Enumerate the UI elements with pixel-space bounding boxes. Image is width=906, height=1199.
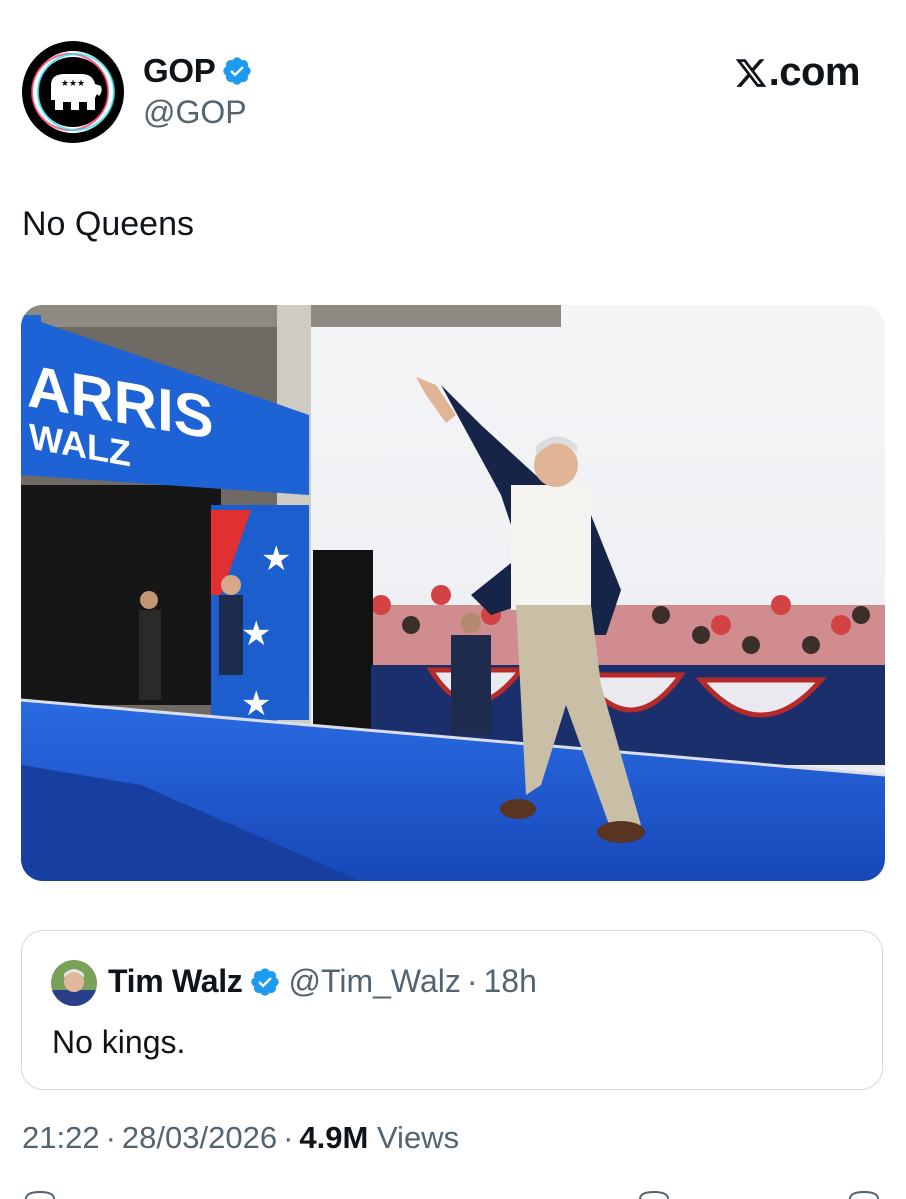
post-image[interactable]: ARRIS WALZ ★ ★ ★ <box>21 305 885 881</box>
reply-icon[interactable] <box>25 1190 55 1199</box>
quoted-handle[interactable]: @Tim_Walz <box>289 963 461 1000</box>
svg-text:★★★: ★★★ <box>61 79 85 89</box>
quoted-timestamp[interactable]: 18h <box>484 963 537 1000</box>
post-text: No Queens <box>22 205 194 243</box>
brand-domain: .com <box>768 50 861 94</box>
quoted-display-name[interactable]: Tim Walz <box>108 963 243 1000</box>
views-count: 4.9M <box>299 1120 369 1155</box>
quoted-author-avatar[interactable] <box>51 960 97 1006</box>
post-time[interactable]: 21:22 <box>22 1120 100 1155</box>
rally-photo: ARRIS WALZ ★ ★ ★ <box>21 305 885 881</box>
verified-badge-icon <box>223 57 252 85</box>
quoted-post-card[interactable]: Tim Walz @Tim_Walz · 18h No kings. <box>21 930 883 1090</box>
meta-separator-2: · <box>283 1120 294 1155</box>
author-name-row: GOP <box>143 52 253 90</box>
bookmark-icon[interactable] <box>639 1190 669 1199</box>
quoted-author-row: Tim Walz @Tim_Walz · 18h <box>108 963 537 1000</box>
quoted-separator: · <box>466 963 478 999</box>
x-logo-icon <box>735 58 766 87</box>
svg-text:★: ★ <box>261 539 291 579</box>
action-bar-partial <box>25 1190 879 1199</box>
meta-separator: · <box>105 1120 116 1155</box>
x-brand: .com <box>734 50 861 95</box>
author-handle[interactable]: @GOP <box>143 94 247 131</box>
share-icon[interactable] <box>849 1190 879 1199</box>
post-header: ★★★ GOP @GOP .com <box>0 0 906 150</box>
post-meta: 21:22 · 28/03/2026 · 4.9M Views <box>22 1120 459 1156</box>
verified-badge-icon <box>250 967 279 996</box>
elephant-logo-icon[interactable]: ★★★ <box>21 40 125 144</box>
views-label: Views <box>376 1120 460 1155</box>
post-date[interactable]: 28/03/2026 <box>122 1120 277 1155</box>
quoted-post-text: No kings. <box>52 1024 186 1060</box>
svg-text:★: ★ <box>241 614 271 654</box>
avatar-photo-icon <box>51 960 97 1006</box>
author-display-name[interactable]: GOP <box>143 52 216 90</box>
